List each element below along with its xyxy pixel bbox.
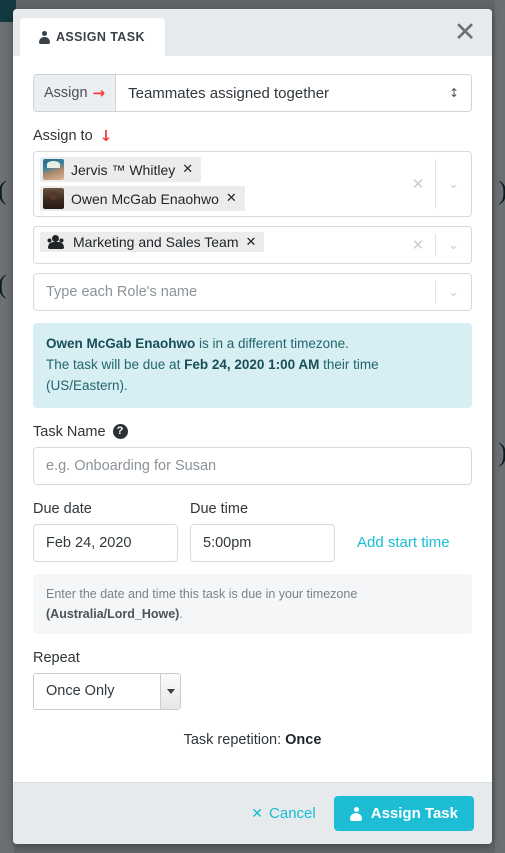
token-team-label: Marketing and Sales Team <box>73 234 239 250</box>
assign-task-button-label: Assign Task <box>370 805 458 822</box>
updown-caret-icon: ↕ <box>448 86 459 100</box>
page-strip-right <box>495 0 505 853</box>
bg-glyph-left-2: ( <box>0 272 7 298</box>
close-icon: ✕ <box>251 805 264 822</box>
members-token-field[interactable]: Jervis ™ Whitley ✕ Owen McGab Enaohwo ✕ … <box>33 151 472 217</box>
timezone-alert: Owen McGab Enaohwo is in a different tim… <box>33 323 472 408</box>
help-icon[interactable]: ? <box>112 424 128 440</box>
chevron-down-icon[interactable]: ⌄ <box>436 177 471 192</box>
bg-glyph-left: ( <box>0 178 7 204</box>
timezone-alert-datetime: Feb 24, 2020 1:00 AM <box>184 356 320 372</box>
cancel-button-label: Cancel <box>269 805 316 822</box>
roles-input[interactable]: Type each Role's name <box>34 274 435 310</box>
assign-task-button[interactable]: Assign Task <box>333 796 474 831</box>
repeat-select-value: Once Only <box>46 683 115 700</box>
token-member[interactable]: Owen McGab Enaohwo ✕ <box>40 186 245 211</box>
timezone-alert-person: Owen McGab Enaohwo <box>46 336 196 351</box>
timezone-alert-line-2: The task will be due at Feb 24, 2020 1:0… <box>46 355 459 397</box>
repeat-label-text: Repeat <box>33 649 80 666</box>
token-team[interactable]: Marketing and Sales Team ✕ <box>40 232 265 252</box>
avatar-jervis <box>43 159 64 180</box>
task-name-label: Task Name ? <box>33 424 472 440</box>
task-name-label-text: Task Name <box>33 423 106 440</box>
clear-icon[interactable]: ✕ <box>401 175 435 193</box>
task-name-input[interactable]: e.g. Onboarding for Susan <box>33 446 472 485</box>
token-member-label: Jervis ™ Whitley <box>71 161 176 178</box>
task-repetition-value: Once <box>285 731 322 748</box>
members-token-area: Jervis ™ Whitley ✕ Owen McGab Enaohwo ✕ <box>34 152 401 216</box>
due-time-input[interactable]: 5:00pm <box>190 523 335 562</box>
assign-mode-select[interactable]: Teammates assigned together ↕ <box>116 75 471 111</box>
modal-body: Assign → Teammates assigned together ↕ A… <box>13 56 492 782</box>
arrow-down-icon: ↓ <box>99 126 113 145</box>
chevron-down-icon[interactable] <box>160 673 180 709</box>
add-start-time-link[interactable]: Add start time <box>357 534 450 551</box>
clear-icon[interactable]: ✕ <box>401 236 435 254</box>
assign-to-label-text: Assign to <box>33 128 93 144</box>
timezone-hint: Enter the date and time this task is due… <box>33 573 472 634</box>
members-controls: ✕ ⌄ <box>401 152 471 216</box>
modal-footer: ✕ Cancel Assign Task <box>13 782 492 844</box>
assign-task-modal: ASSIGN TASK ✕ Assign → Teammates assigne… <box>13 9 492 844</box>
arrow-right-icon: → <box>92 83 106 102</box>
token-remove-icon[interactable]: ✕ <box>246 236 257 249</box>
timezone-hint-zone: (Australia/Lord_Howe) <box>46 606 180 621</box>
timezone-alert-line-2-pre: The task will be due at <box>46 356 185 372</box>
timezone-hint-post: . <box>179 606 183 621</box>
close-icon[interactable]: ✕ <box>450 17 480 47</box>
person-icon <box>38 30 50 44</box>
due-date-label: Due date <box>33 500 92 517</box>
group-icon <box>46 235 66 249</box>
modal-header: ASSIGN TASK ✕ <box>13 9 492 56</box>
cancel-button[interactable]: ✕ Cancel <box>243 799 323 828</box>
chevron-down-icon[interactable]: ⌄ <box>436 238 471 253</box>
chevron-down-icon[interactable]: ⌄ <box>436 285 471 300</box>
assign-to-label: Assign to ↓ <box>33 128 472 144</box>
token-remove-icon[interactable]: ✕ <box>226 192 237 205</box>
due-date-input[interactable]: Feb 24, 2020 <box>33 523 178 562</box>
tab-assign-task[interactable]: ASSIGN TASK <box>20 18 165 56</box>
assign-mode-value: Teammates assigned together <box>128 84 330 102</box>
assign-mode-addon-label: Assign <box>44 85 88 101</box>
person-icon <box>350 806 363 821</box>
roles-token-field[interactable]: Type each Role's name ⌄ <box>33 273 472 311</box>
teams-token-field[interactable]: Marketing and Sales Team ✕ ✕ ⌄ <box>33 226 472 264</box>
bg-glyph-right-2: ) <box>498 440 505 466</box>
avatar-owen <box>43 188 64 209</box>
timezone-alert-line-1-rest: is in a different timezone. <box>195 336 349 351</box>
repeat-select[interactable]: Once Only <box>33 672 181 710</box>
teams-controls: ✕ ⌄ <box>401 227 471 263</box>
token-member-label: Owen McGab Enaohwo <box>71 190 219 207</box>
token-remove-icon[interactable]: ✕ <box>182 163 193 176</box>
token-member[interactable]: Jervis ™ Whitley ✕ <box>40 157 202 182</box>
due-row: Feb 24, 2020 5:00pm Add start time <box>33 523 472 562</box>
assign-mode-addon: Assign → <box>34 75 117 111</box>
task-repetition-summary: Task repetition: Once <box>33 732 472 748</box>
assign-mode-group: Assign → Teammates assigned together ↕ <box>33 74 472 112</box>
tab-label: ASSIGN TASK <box>56 30 145 44</box>
timezone-alert-line-1: Owen McGab Enaohwo is in a different tim… <box>46 334 459 355</box>
bg-glyph-right: ) <box>498 178 505 204</box>
roles-controls: ⌄ <box>435 274 471 310</box>
page-strip-left <box>0 22 14 853</box>
teams-token-area: Marketing and Sales Team ✕ <box>34 227 401 263</box>
timezone-hint-pre: Enter the date and time this task is due… <box>46 586 358 601</box>
due-headers: Due date Due time <box>33 501 472 517</box>
task-repetition-label: Task repetition: <box>183 731 286 748</box>
due-time-label: Due time <box>190 500 249 517</box>
repeat-label: Repeat <box>33 650 472 666</box>
